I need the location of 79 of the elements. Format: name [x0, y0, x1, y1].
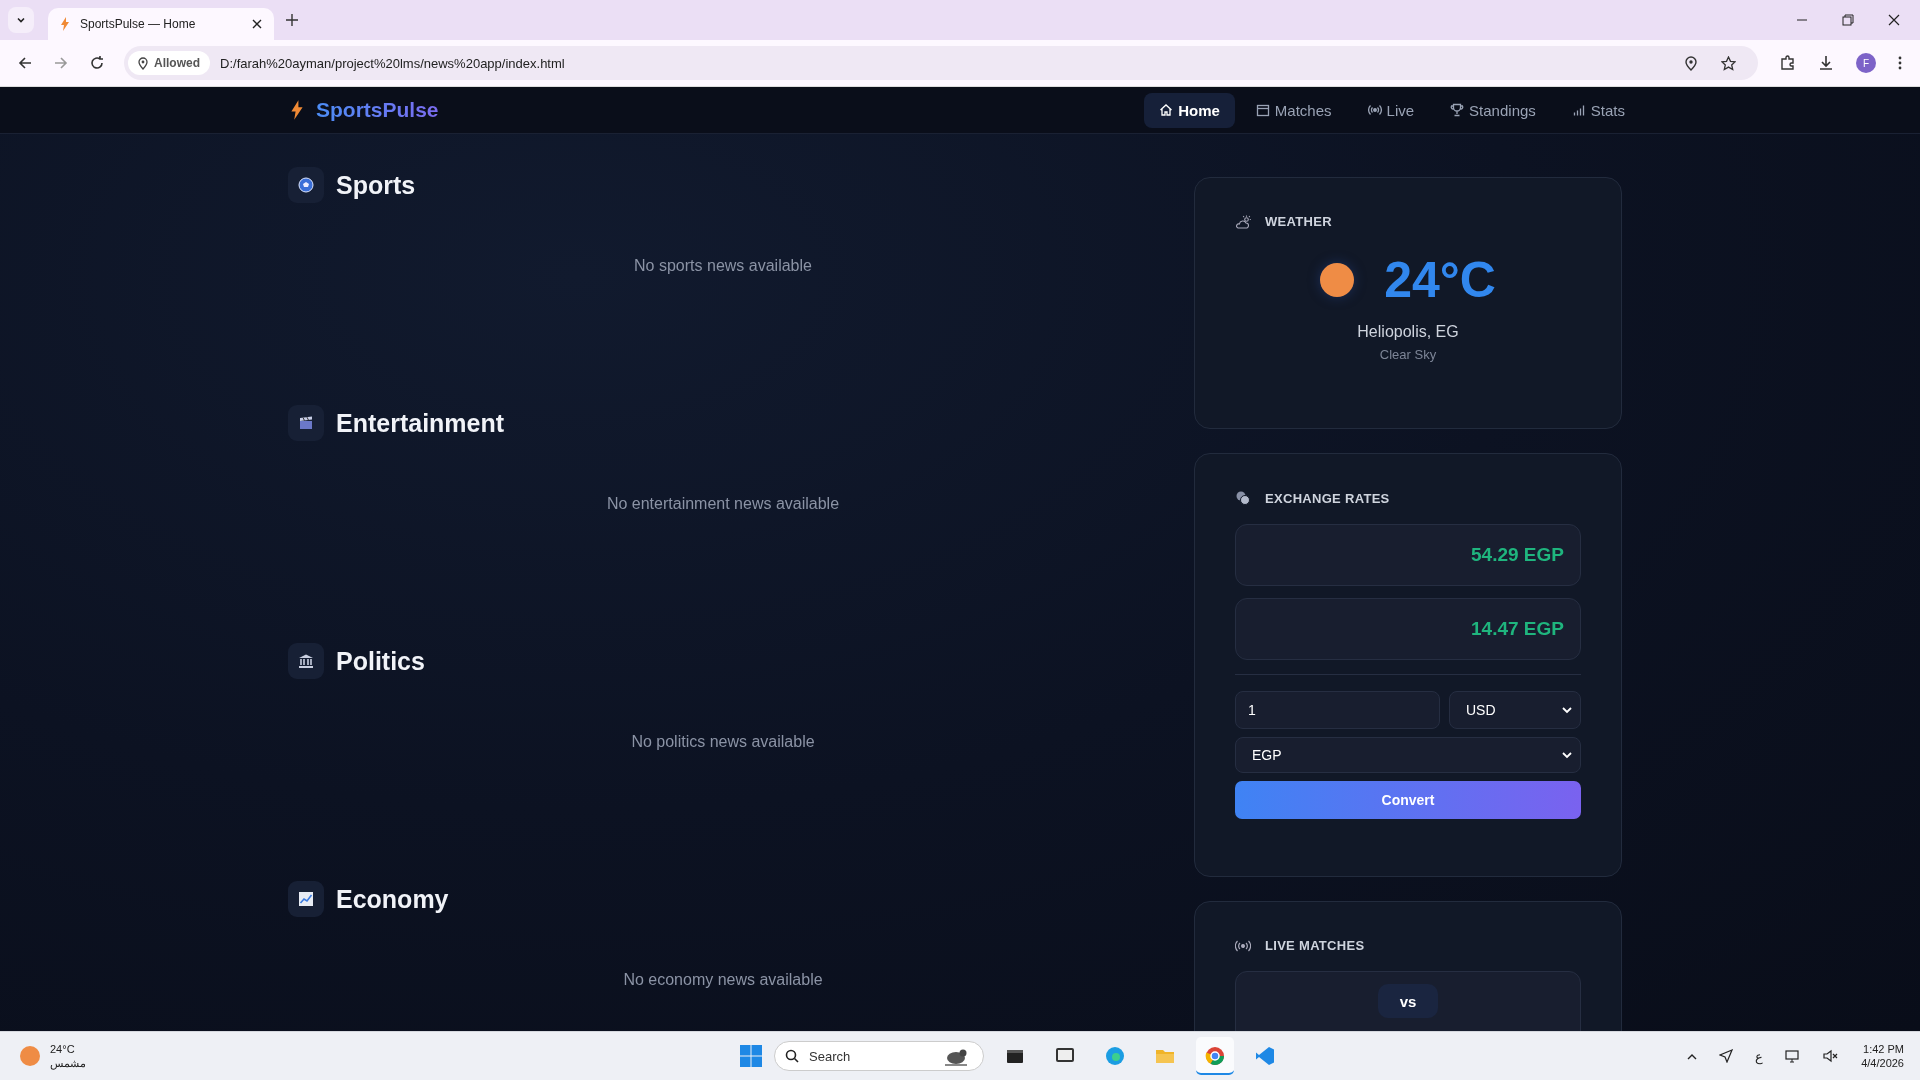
chevron-down-icon	[1562, 751, 1572, 759]
restore-icon[interactable]	[1842, 14, 1854, 26]
card-title: LIVE MATCHES	[1265, 938, 1365, 953]
card-title: EXCHANGE RATES	[1265, 490, 1390, 506]
section-title: Entertainment	[336, 408, 505, 438]
to-currency-select[interactable]: EGP	[1235, 737, 1581, 773]
calendar-icon	[1255, 103, 1270, 117]
sun-icon	[20, 1046, 40, 1066]
extensions-icon[interactable]	[1780, 55, 1796, 71]
reload-icon[interactable]	[90, 56, 104, 70]
taskbar-condition: مشمس	[50, 1056, 86, 1070]
empty-message: No entertainment news available	[605, 495, 841, 513]
chevron-up-icon[interactable]	[1687, 1052, 1698, 1060]
empty-message: No sports news available	[633, 257, 813, 275]
close-icon[interactable]	[1888, 14, 1900, 26]
search-icon	[785, 1049, 799, 1063]
more-icon[interactable]	[1898, 56, 1902, 70]
bolt-icon	[60, 17, 70, 31]
nav-link[interactable]: Home	[1144, 92, 1235, 128]
taskbar-temperature: 24°C	[50, 1042, 76, 1055]
coins-icon	[1235, 490, 1251, 506]
empty-message: No economy news available	[622, 971, 824, 989]
broadcast-icon	[1367, 103, 1382, 117]
tab-title: SportsPulse — Home	[80, 17, 197, 31]
section-icon	[288, 643, 324, 679]
vs-badge: vs	[1378, 984, 1438, 1018]
forward-icon[interactable]	[54, 56, 68, 70]
clock-date[interactable]: 4/4/2026	[1861, 1057, 1904, 1069]
rate-value: 54.29 EGP	[1471, 544, 1564, 566]
bar-chart-icon	[1571, 103, 1586, 117]
address-field[interactable]: Allowed D:/farah%20ayman/project%20lms/news%20app/index.html	[124, 46, 1758, 80]
section-title: Economy	[336, 884, 449, 914]
profile-avatar[interactable]: F	[1856, 53, 1876, 73]
windows-start-icon[interactable]	[740, 1045, 762, 1067]
trophy-icon	[1450, 103, 1465, 117]
download-icon[interactable]	[1818, 55, 1834, 71]
convert-button[interactable]: Convert	[1235, 781, 1581, 819]
section-icon	[288, 881, 324, 917]
globe-icon	[1104, 1045, 1126, 1067]
star-icon[interactable]	[1721, 55, 1736, 71]
taskbar-search-field[interactable]: Search	[774, 1041, 984, 1071]
section-title: Politics	[336, 646, 425, 676]
match-row[interactable]: vs	[1235, 971, 1581, 1031]
back-icon[interactable]	[18, 56, 32, 70]
broadcast-icon	[1235, 939, 1251, 952]
nav-link[interactable]: Live	[1352, 92, 1430, 128]
code-editor-icon	[1254, 1045, 1276, 1067]
clock-time[interactable]: 1:42 PM	[1863, 1043, 1904, 1055]
amount-input[interactable]: 1	[1235, 691, 1440, 729]
muted-speaker-icon[interactable]	[1823, 1049, 1840, 1063]
network-icon[interactable]	[1785, 1049, 1802, 1063]
location-pin-icon[interactable]	[1685, 55, 1697, 71]
location-arrow-icon[interactable]	[1719, 1049, 1734, 1063]
chevron-down-icon	[1562, 706, 1572, 714]
chrome-icon	[1204, 1045, 1226, 1067]
section-title: Sports	[336, 170, 416, 200]
from-currency-select[interactable]: USD	[1449, 691, 1581, 729]
cloud-sun-icon	[1235, 214, 1251, 229]
location-text: Heliopolis, EG	[1356, 323, 1460, 341]
empty-message: No politics news available	[630, 733, 816, 751]
condition-text: Clear Sky	[1378, 347, 1438, 362]
section-icon	[288, 405, 324, 441]
temperature: 24°C	[1384, 251, 1496, 309]
home-icon	[1159, 103, 1174, 117]
rate-value: 14.47 EGP	[1471, 618, 1564, 640]
site-permission-chip[interactable]: Allowed	[128, 51, 210, 75]
new-tab-icon[interactable]	[286, 14, 298, 26]
nav-link[interactable]: Matches	[1240, 92, 1347, 128]
sun-icon	[1320, 263, 1355, 297]
browser-tab[interactable]: SportsPulse — Home	[48, 8, 274, 40]
nav-link[interactable]: Stats	[1556, 92, 1640, 128]
bolt-icon	[290, 100, 304, 120]
card-title: WEATHER	[1265, 214, 1332, 229]
close-icon[interactable]	[252, 19, 262, 29]
nav-link[interactable]: Standings	[1435, 92, 1551, 128]
input-language-indicator[interactable]: ع	[1755, 1048, 1764, 1064]
section-icon	[288, 167, 324, 203]
url-text: D:/farah%20ayman/project%20lms/news%20app/index.html	[220, 55, 565, 71]
location-pin-icon	[138, 56, 148, 70]
